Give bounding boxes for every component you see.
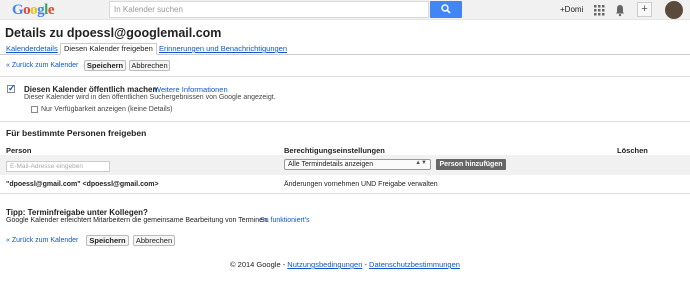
cancel-button[interactable]: Abbrechen <box>129 60 170 71</box>
privacy-link[interactable]: Datenschutzbestimmungen <box>369 260 460 269</box>
back-to-calendar-link-bottom[interactable]: « Zurück zum Kalender <box>6 237 78 244</box>
tip-text: Google Kalender erleichtert Mitarbeitern… <box>6 217 269 224</box>
email-input[interactable]: E-Mail-Adresse eingeben <box>6 161 110 172</box>
shared-person: "dpoessl@gmail.com" <dpoessl@gmail.com> <box>6 181 159 188</box>
tab-bar: Kalenderdetails Diesen Kalender freigebe… <box>0 43 690 55</box>
column-delete: Löschen <box>617 146 648 155</box>
public-calendar-label: Diesen Kalender öffentlich machen <box>24 85 158 94</box>
footer-separator: - <box>364 260 367 269</box>
top-bar: Google In Kalender suchen +Domi + <box>0 0 690 20</box>
permission-select[interactable]: Alle Termindetails anzeigen ▲▼ <box>284 159 431 170</box>
public-description: Dieser Kalender wird in den öffentlichen… <box>24 94 276 101</box>
how-it-works-link[interactable]: So funktioniert's <box>260 217 310 224</box>
search-button[interactable] <box>430 1 462 18</box>
copyright-text: © 2014 Google - <box>230 260 286 269</box>
save-button-bottom[interactable]: Speichern <box>86 235 129 246</box>
cancel-button-bottom[interactable]: Abbrechen <box>133 235 175 246</box>
tip-heading: Tipp: Terminfreigabe unter Kollegen? <box>6 208 148 217</box>
tab-share-calendar[interactable]: Diesen Kalender freigeben <box>60 43 157 55</box>
divider <box>0 76 690 77</box>
user-name-link[interactable]: +Domi <box>560 5 583 14</box>
column-permissions: Berechtigungseinstellungen <box>284 146 385 155</box>
search-icon <box>441 4 451 14</box>
public-calendar-checkbox[interactable] <box>7 83 16 94</box>
terms-link[interactable]: Nutzungsbedingungen <box>287 260 362 269</box>
permission-select-value: Alle Termindetails anzeigen <box>288 161 374 168</box>
back-to-calendar-link[interactable]: « Zurück zum Kalender <box>6 62 78 69</box>
share-plus-icon[interactable]: + <box>637 2 652 17</box>
footer: © 2014 Google - Nutzungsbedingungen - Da… <box>0 260 690 269</box>
save-button[interactable]: Speichern <box>84 60 126 71</box>
availability-only-checkbox[interactable] <box>31 106 38 113</box>
add-person-button[interactable]: Person hinzufügen <box>436 159 506 170</box>
more-info-link[interactable]: Weitere Informationen <box>154 85 228 94</box>
divider <box>0 121 690 122</box>
share-heading: Für bestimmte Personen freigeben <box>6 128 147 138</box>
search-input[interactable]: In Kalender suchen <box>109 1 429 18</box>
availability-only-label: Nur Verfügbarkeit anzeigen (keine Detail… <box>41 106 173 113</box>
page-title: Details zu dpoessl@googlemail.com <box>5 26 222 40</box>
notifications-bell-icon[interactable] <box>613 3 627 17</box>
select-arrows-icon: ▲▼ <box>415 160 427 166</box>
shared-person-permission: Änderungen vornehmen UND Freigabe verwal… <box>284 181 438 188</box>
google-logo[interactable]: Google <box>12 2 55 19</box>
tab-calendar-details[interactable]: Kalenderdetails <box>6 44 58 53</box>
divider <box>0 193 690 194</box>
apps-grid-icon[interactable] <box>592 3 606 17</box>
avatar[interactable] <box>665 1 683 19</box>
column-person: Person <box>6 146 32 155</box>
tab-reminders-notifications[interactable]: Erinnerungen und Benachrichtigungen <box>159 44 287 53</box>
